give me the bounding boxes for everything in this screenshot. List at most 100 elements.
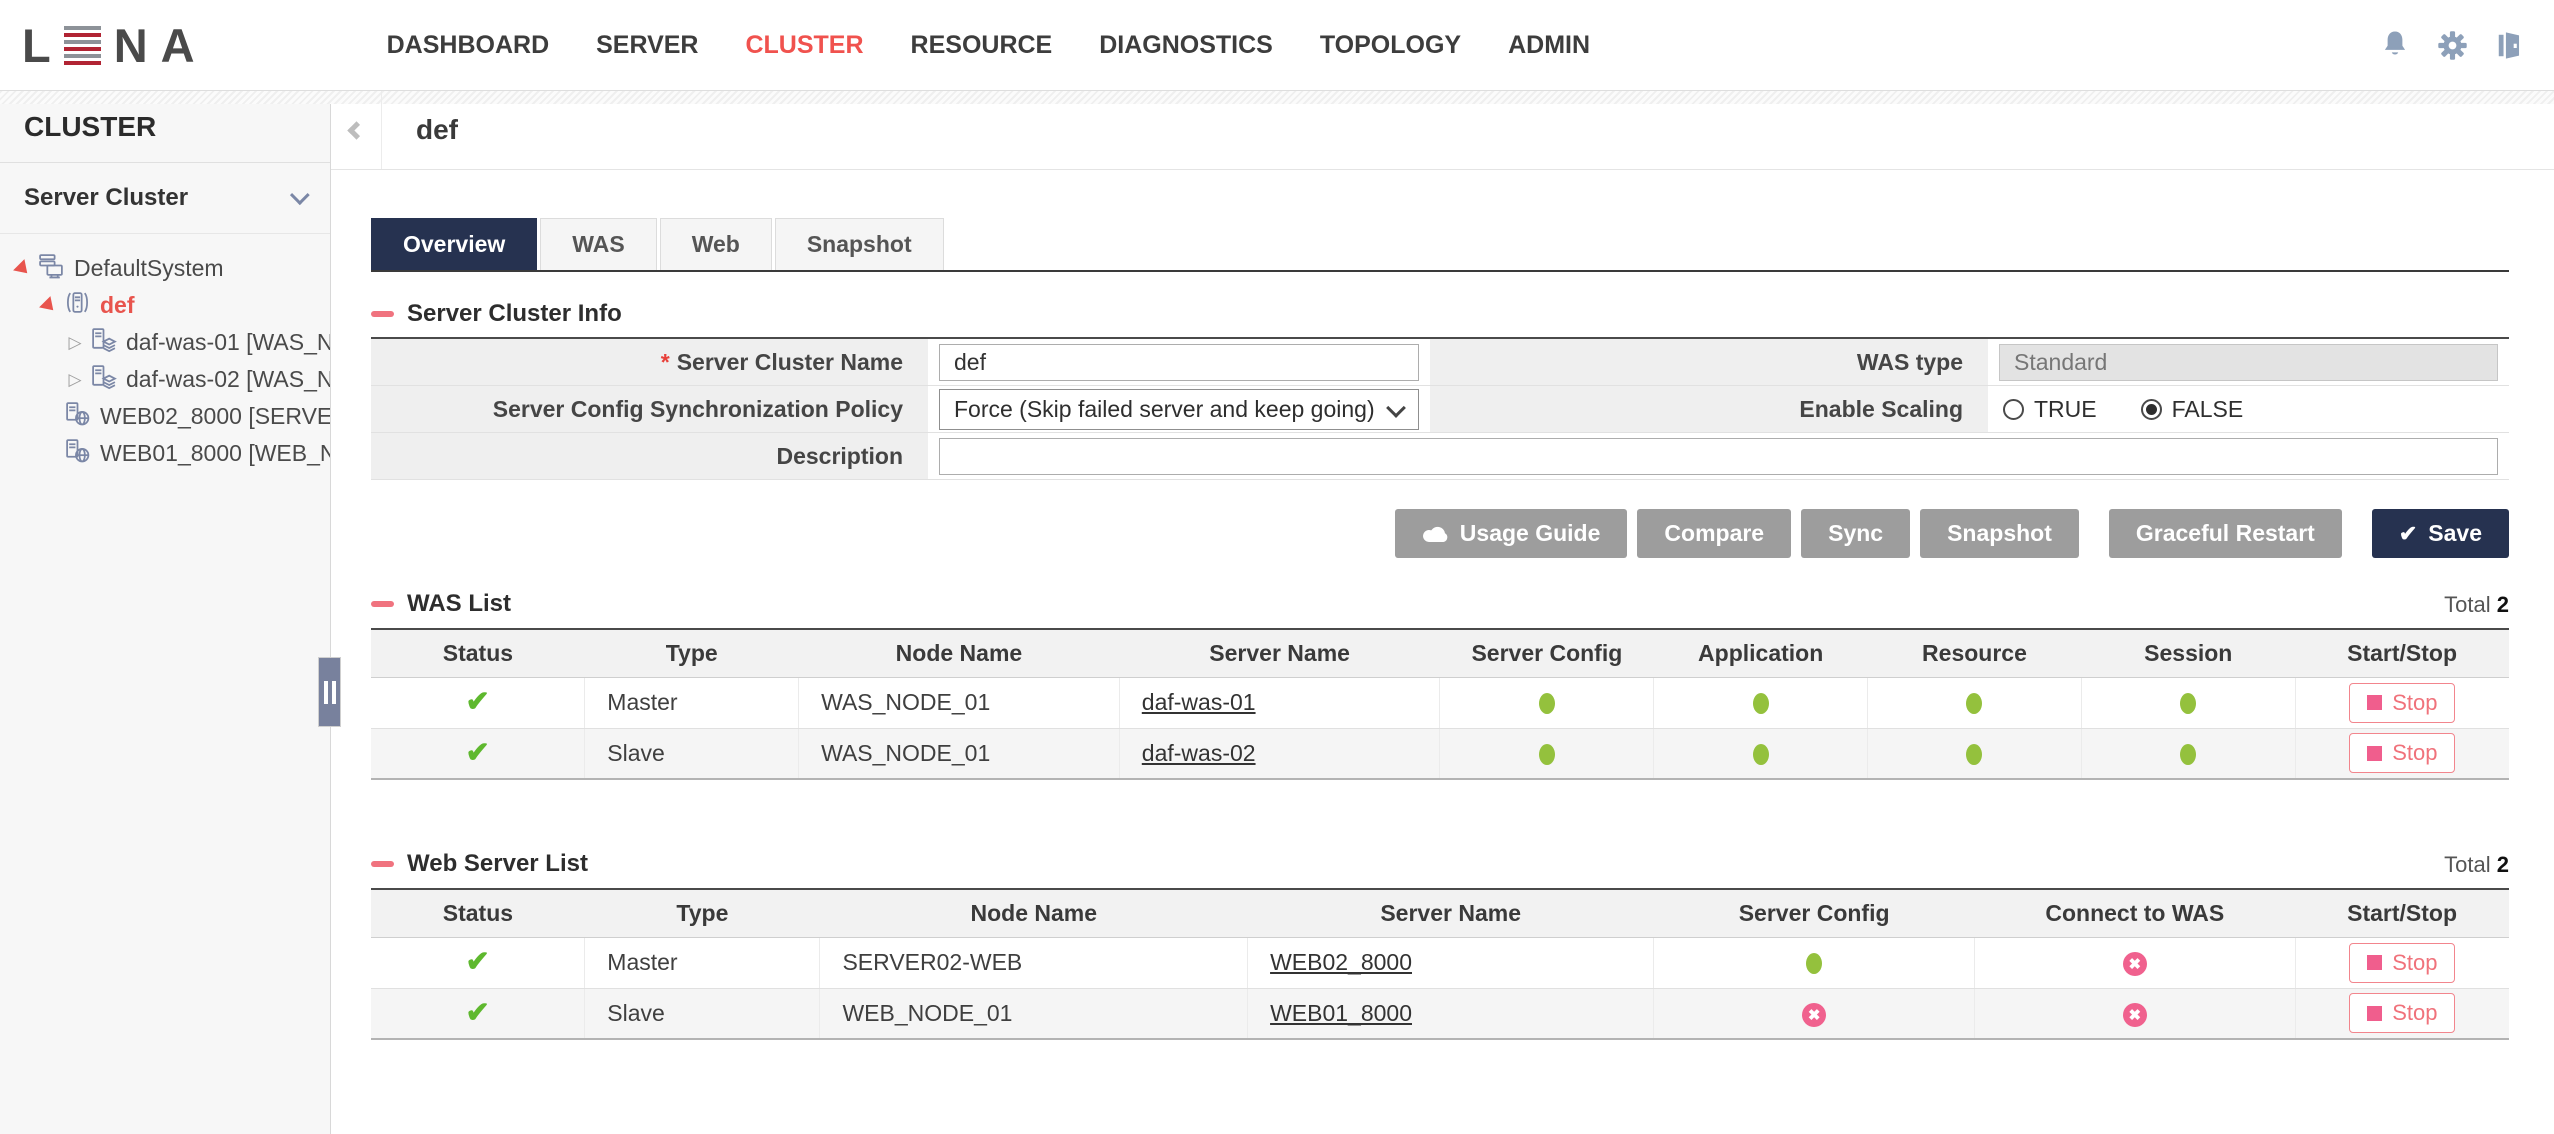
was-type-cell: [1988, 339, 2509, 386]
graceful-restart-button[interactable]: Graceful Restart: [2108, 509, 2342, 558]
expander-open-icon[interactable]: [36, 295, 62, 316]
server-cluster-name-input[interactable]: [939, 343, 1419, 381]
nav-admin[interactable]: ADMIN: [1508, 31, 1590, 60]
nav-cluster[interactable]: CLUSTER: [745, 31, 863, 60]
cluster-info-form: * Server Cluster Name WAS type: [371, 337, 2509, 480]
lena-logo[interactable]: L N A: [22, 22, 195, 69]
col-type: Type: [584, 889, 820, 938]
type-cell: Slave: [584, 728, 799, 780]
sidebar-resize-handle[interactable]: [318, 657, 341, 727]
radio-unchecked-icon: [2003, 398, 2024, 420]
enable-scaling-label: Enable Scaling: [1430, 386, 1988, 433]
sidebar-title: CLUSTER: [0, 91, 330, 163]
snapshot-button[interactable]: Snapshot: [1920, 509, 2079, 558]
tab-strip: Overview WAS Web Snapshot: [371, 218, 2509, 272]
col-session: Session: [2081, 629, 2296, 678]
collapse-sidebar-button[interactable]: [331, 91, 382, 169]
tree-item-daf-was-02[interactable]: ▷ daf-was-02 [WAS_NODE_: [0, 361, 330, 398]
enable-scaling-true-radio[interactable]: TRUE: [2003, 396, 2097, 423]
nav-server[interactable]: SERVER: [596, 31, 698, 60]
tree-item-def[interactable]: def: [0, 287, 330, 324]
table-header-row: Status Type Node Name Server Name Server…: [371, 889, 2509, 938]
tree-item-web02-8000[interactable]: WEB02_8000 [SERVER02-: [0, 398, 330, 435]
stop-square-icon: [2367, 955, 2383, 970]
stop-button[interactable]: Stop: [2349, 682, 2456, 723]
nav-diagnostics[interactable]: DIAGNOSTICS: [1099, 31, 1273, 60]
tab-web[interactable]: Web: [659, 218, 772, 270]
stop-button[interactable]: Stop: [2349, 942, 2456, 983]
nav-dashboard[interactable]: DASHBOARD: [387, 31, 550, 60]
col-start-stop: Start/Stop: [2295, 629, 2509, 678]
sync-policy-label: Server Config Synchronization Policy: [371, 386, 928, 433]
enable-scaling-false-radio[interactable]: FALSE: [2140, 396, 2243, 423]
section-title: Web Server List: [407, 850, 588, 877]
col-server-config: Server Config: [1653, 889, 1975, 938]
sidebar-group-server-cluster[interactable]: Server Cluster: [0, 163, 330, 234]
node-name-cell: WEB_NODE_01: [819, 988, 1248, 1040]
section-header: WAS List: [371, 590, 511, 618]
status-green-dot-icon: [2180, 693, 2197, 715]
nav-topology[interactable]: TOPOLOGY: [1320, 31, 1461, 60]
table-row: ✔ Master WAS_NODE_01 daf-was-01 Stop: [371, 677, 2509, 729]
tree-item-label: DefaultSystem: [74, 255, 224, 281]
tree-item-label: WEB01_8000 [WEB_NOD: [100, 440, 330, 466]
section-dash-icon: [371, 861, 394, 867]
tree-item-label: daf-was-01 [WAS_NODE_: [126, 329, 330, 355]
status-ok-icon: ✔: [465, 686, 490, 718]
table-header-row: Status Type Node Name Server Name Server…: [371, 629, 2509, 678]
expander-closed-icon[interactable]: ▷: [62, 334, 88, 351]
enable-scaling-cell: TRUE FALSE: [1988, 386, 2509, 433]
col-resource: Resource: [1867, 629, 2082, 678]
web-total-count: Total 2: [2444, 852, 2509, 877]
page-title: def: [416, 114, 458, 145]
tree-item-defaultsystem[interactable]: DefaultSystem: [0, 250, 330, 287]
web-icon: [64, 400, 91, 433]
topbar-icons: [2380, 29, 2524, 61]
server-name-link[interactable]: daf-was-02: [1142, 740, 1256, 766]
web-server-list-table: Status Type Node Name Server Name Server…: [371, 888, 2509, 1040]
bell-icon[interactable]: [2380, 29, 2410, 61]
col-application: Application: [1653, 629, 1868, 678]
section-header: Server Cluster Info: [371, 300, 2509, 328]
gear-icon[interactable]: [2437, 30, 2468, 61]
stop-button[interactable]: Stop: [2349, 733, 2456, 774]
col-status: Status: [371, 889, 585, 938]
tree-item-web01-8000[interactable]: WEB01_8000 [WEB_NOD: [0, 435, 330, 472]
tab-snapshot[interactable]: Snapshot: [774, 218, 944, 270]
page-body: CLUSTER Server Cluster DefaultSystem def…: [0, 91, 2554, 1134]
nav-resource[interactable]: RESOURCE: [911, 31, 1053, 60]
expander-closed-icon[interactable]: ▷: [62, 371, 88, 388]
status-green-dot-icon: [1538, 693, 1555, 715]
tab-was[interactable]: WAS: [540, 218, 657, 270]
server-name-link[interactable]: daf-was-01: [1142, 689, 1256, 715]
col-connect-to-was: Connect to WAS: [1974, 889, 2296, 938]
lena-app: L N A DASHBOARD SERVER CLUSTER RESOURCE …: [0, 0, 2554, 1134]
col-type: Type: [584, 629, 799, 678]
status-green-dot-icon: [1752, 693, 1769, 715]
tab-overview[interactable]: Overview: [371, 218, 538, 270]
tree-item-daf-was-01[interactable]: ▷ daf-was-01 [WAS_NODE_: [0, 324, 330, 361]
compare-button[interactable]: Compare: [1637, 509, 1792, 558]
logo-letter-n: N: [113, 18, 148, 72]
logo-bars-icon: [63, 25, 101, 65]
col-status: Status: [371, 629, 585, 678]
expander-open-icon[interactable]: [10, 258, 36, 279]
section-dash-icon: [371, 311, 394, 317]
sync-policy-select[interactable]: Force (Skip failed server and keep going…: [939, 388, 1419, 430]
required-asterisk: *: [660, 348, 670, 375]
usage-guide-button[interactable]: Usage Guide: [1394, 509, 1628, 558]
status-fail-icon: ✖: [1802, 1002, 1827, 1027]
logout-icon[interactable]: [2495, 30, 2524, 61]
status-ok-icon: ✔: [465, 996, 490, 1029]
status-fail-icon: ✖: [2122, 951, 2147, 976]
status-green-dot-icon: [1752, 744, 1769, 766]
logo-letter-l: L: [22, 18, 51, 72]
sync-button[interactable]: Sync: [1801, 509, 1911, 558]
save-button[interactable]: ✔ Save: [2371, 509, 2509, 558]
system-icon: [38, 252, 65, 285]
stop-button[interactable]: Stop: [2349, 993, 2456, 1034]
server-name-link[interactable]: WEB02_8000: [1270, 949, 1412, 975]
description-input[interactable]: [939, 437, 2498, 475]
server-name-link[interactable]: WEB01_8000: [1270, 1000, 1412, 1026]
top-bar: L N A DASHBOARD SERVER CLUSTER RESOURCE …: [0, 0, 2554, 91]
